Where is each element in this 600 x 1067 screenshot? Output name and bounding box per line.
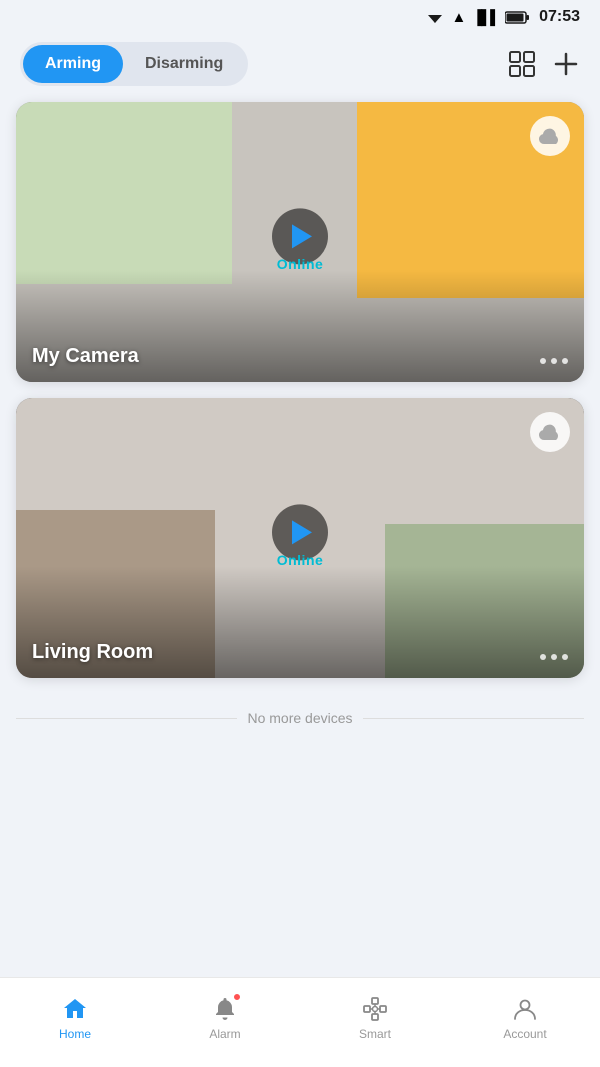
no-more-text: No more devices (247, 710, 352, 726)
camera-name-2: Living Room (32, 641, 153, 664)
more-options-2[interactable] (540, 654, 568, 660)
header: Arming Disarming (0, 34, 600, 102)
camera-card-1[interactable]: Online My Camera (16, 102, 584, 382)
cloud-icon-2 (539, 424, 561, 440)
grid-view-button[interactable] (508, 50, 536, 78)
dot-5 (551, 654, 557, 660)
camera-status-1: Online (277, 256, 324, 272)
cloud-icon (539, 128, 561, 144)
bottom-spacer (16, 750, 584, 850)
smart-nav-icon (361, 995, 389, 1023)
home-icon (62, 996, 88, 1022)
dot-4 (540, 654, 546, 660)
camera-status-2: Online (277, 552, 324, 568)
no-more-devices: No more devices (16, 694, 584, 734)
more-options-1[interactable] (540, 358, 568, 364)
alarm-nav-icon (211, 995, 239, 1023)
nav-item-account[interactable]: Account (450, 995, 600, 1041)
nav-item-alarm[interactable]: Alarm (150, 995, 300, 1041)
home-nav-label: Home (59, 1027, 91, 1041)
cloud-storage-icon-1 (530, 116, 570, 156)
grid-icon (508, 50, 536, 78)
header-actions (508, 50, 580, 78)
wifi-icon: ▲ (451, 9, 466, 26)
arming-toggle[interactable]: Arming Disarming (20, 42, 248, 86)
smart-nav-label: Smart (359, 1027, 391, 1041)
battery-icon (505, 11, 529, 24)
bottom-navigation: Home Alarm Smart (0, 977, 600, 1067)
nav-item-home[interactable]: Home (0, 995, 150, 1041)
dot-6 (562, 654, 568, 660)
smart-icon (362, 996, 388, 1022)
add-device-button[interactable] (552, 50, 580, 78)
play-triangle-2 (292, 520, 312, 544)
dot-1 (540, 358, 546, 364)
alarm-badge (232, 992, 242, 1002)
alarm-nav-label: Alarm (209, 1027, 240, 1041)
account-nav-icon (511, 995, 539, 1023)
account-icon (512, 996, 538, 1022)
camera-card-2[interactable]: Online Living Room (16, 398, 584, 678)
disarming-button[interactable]: Disarming (123, 45, 245, 83)
svg-text:▼: ▼ (431, 15, 441, 25)
dot-2 (551, 358, 557, 364)
cloud-storage-icon-2 (530, 412, 570, 452)
camera-name-1: My Camera (32, 345, 139, 368)
wifi-icon: ▼ (425, 10, 445, 25)
account-nav-label: Account (503, 1027, 546, 1041)
signal-icon: ▐▌▌ (472, 9, 499, 25)
play-triangle-1 (292, 224, 312, 248)
arming-button[interactable]: Arming (23, 45, 123, 83)
status-bar: ▼ ▲ ▐▌▌ 07:53 (0, 0, 600, 34)
plus-icon (552, 50, 580, 78)
dot-3 (562, 358, 568, 364)
time-display: 07:53 (539, 8, 580, 26)
camera-list: Online My Camera Online Living Room No m… (0, 102, 600, 850)
nav-item-smart[interactable]: Smart (300, 995, 450, 1041)
home-nav-icon (61, 995, 89, 1023)
